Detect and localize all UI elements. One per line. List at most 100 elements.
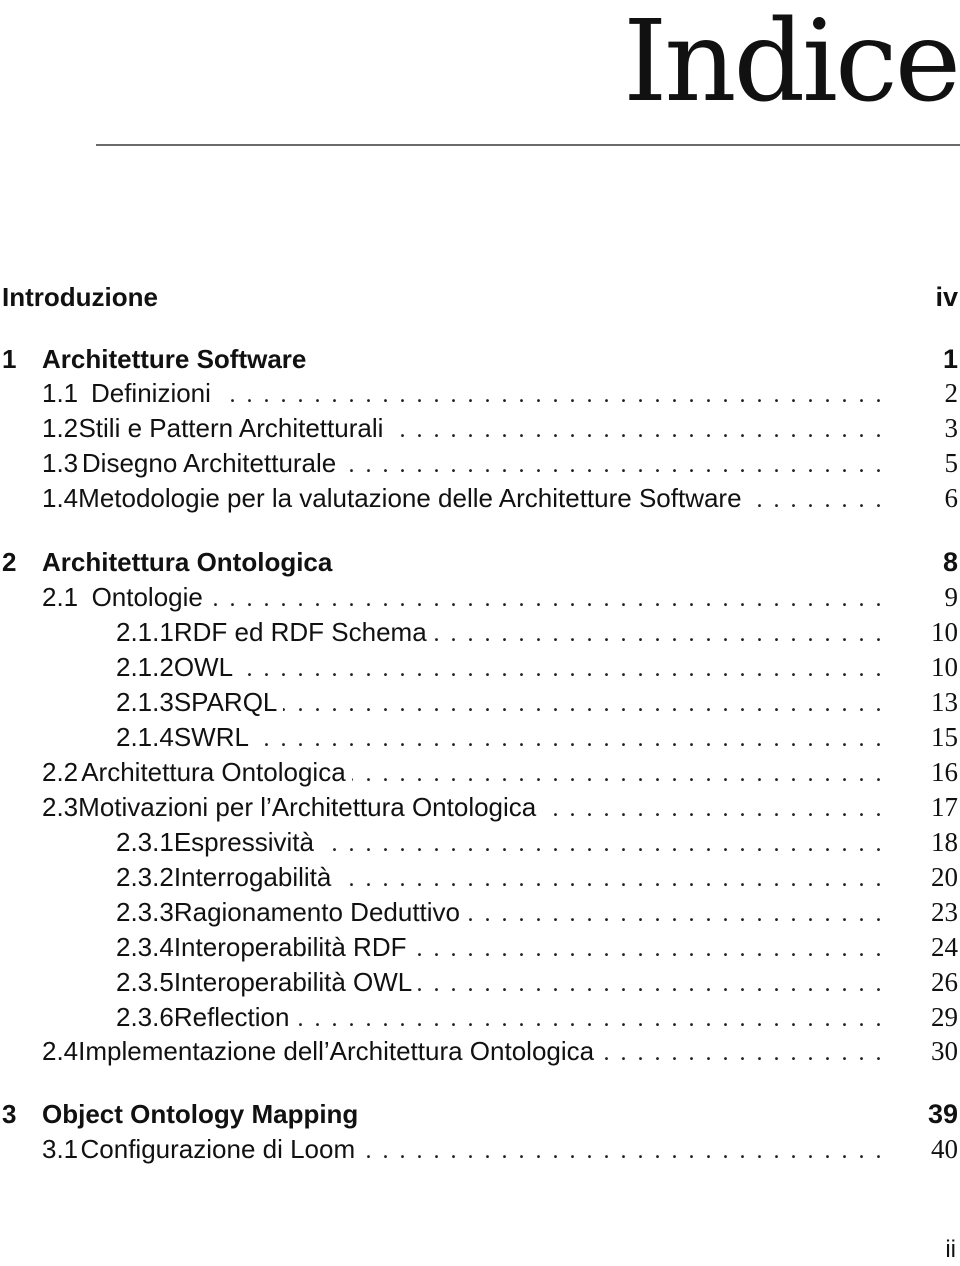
toc-entry[interactable]: 1.4 Metodologie per la valutazione delle … bbox=[0, 481, 960, 515]
toc-entry-title: Espressività bbox=[173, 827, 314, 857]
toc-entry[interactable]: 2.1.4 SWRL. . . . . . . . . . . . . . . .… bbox=[0, 720, 960, 754]
toc-entry-number: 1.3 bbox=[42, 448, 79, 478]
toc-entry-number: 1 bbox=[2, 344, 17, 374]
toc-entry-number: 2.1.3 bbox=[116, 687, 174, 717]
toc-entry[interactable]: 2 Architettura Ontologica 8 bbox=[0, 545, 960, 579]
toc-entry[interactable]: 2.4 Implementazione dell’Architettura Ont… bbox=[0, 1034, 960, 1068]
toc-entry-number: 2.3.3 bbox=[116, 897, 174, 927]
toc-entry-number: 2.3 bbox=[42, 792, 79, 822]
toc-entry-title: Introduzione bbox=[2, 282, 158, 312]
toc-entry-number: 2.3.5 bbox=[116, 967, 174, 997]
toc-entry-title: Ragionamento Deduttivo bbox=[173, 897, 461, 927]
toc-entry[interactable]: 2.1 Ontologie. . . . . . . . . . . . . . … bbox=[0, 580, 960, 614]
toc-entry-number: 2.3.2 bbox=[116, 862, 174, 892]
toc-entry-page: 24 bbox=[931, 932, 958, 962]
toc-entry-number: 1.4 bbox=[42, 483, 79, 513]
toc-entry[interactable]: 2.3.6 Reflection. . . . . . . . . . . . .… bbox=[0, 1000, 960, 1034]
toc-entry-title: Stili e Pattern Architetturali bbox=[78, 413, 384, 443]
toc-entry[interactable]: 2.3 Motivazioni per l’Architettura Ontolo… bbox=[0, 790, 960, 824]
title-rule bbox=[96, 144, 960, 146]
toc-entry-title: Architettura Ontologica bbox=[81, 757, 346, 787]
page-number: ii bbox=[945, 1236, 956, 1263]
toc-entry-number: 2.1.2 bbox=[116, 652, 174, 682]
dot-leader: . . . . . . . . . . . . . . . . . . . . … bbox=[389, 417, 892, 443]
toc-entry-page: 13 bbox=[931, 687, 958, 717]
toc-entry[interactable]: 1 Architetture Software 1 bbox=[0, 342, 960, 376]
dot-leader: . . . . . . . . . . . . . . . . . . . . … bbox=[255, 726, 892, 752]
toc-entry-title: Disegno Architetturale bbox=[81, 448, 337, 478]
toc-entry-number: 1.2 bbox=[42, 413, 79, 443]
toc-entry-page: 2 bbox=[944, 378, 959, 408]
dot-leader: . . . . . . . . . . . . . . . . . . . . … bbox=[295, 1006, 892, 1032]
toc-entry-title: Object Ontology Mapping bbox=[42, 1099, 359, 1129]
dot-leader: . . . . . . . . . . . . . . . . . . . . … bbox=[209, 586, 892, 612]
toc-entry-title: OWL bbox=[173, 652, 234, 682]
toc-entry[interactable]: 2.3.1 Espressività. . . . . . . . . . . .… bbox=[0, 825, 960, 859]
toc-entry-page: 26 bbox=[931, 967, 958, 997]
toc-entry-title: Implementazione dell’Architettura Ontolo… bbox=[78, 1036, 595, 1066]
dot-leader: . . . . . . . . . . . . . . . . . . . . … bbox=[418, 971, 892, 997]
dot-leader: . . . . . . . . . . . . . . . . . . . . … bbox=[283, 691, 892, 717]
toc-entry-page: 40 bbox=[931, 1134, 958, 1164]
dot-leader: . . . . . . . . . . . . . . . . . . . . … bbox=[600, 1040, 892, 1066]
toc-entry-title: Interoperabilità OWL bbox=[173, 967, 413, 997]
dot-leader: . . . . . . . . . . . . . . . . . . . . … bbox=[337, 866, 892, 892]
toc-entry[interactable]: 3 Object Ontology Mapping 39 bbox=[0, 1097, 960, 1131]
toc-entry-title: Interoperabilità RDF bbox=[173, 932, 407, 962]
dot-leader: . . . . . . . . . . . . . . . . . . . . … bbox=[217, 382, 892, 408]
toc-entry-number: 3 bbox=[2, 1099, 17, 1129]
toc-entry-number: 2.1.4 bbox=[116, 722, 174, 752]
toc-entry[interactable]: 1.1 Definizioni. . . . . . . . . . . . . … bbox=[0, 376, 960, 410]
toc-entry-page: 6 bbox=[944, 483, 959, 513]
dot-leader: . . . . . . . . . . . . . . . . . . . . … bbox=[748, 487, 892, 513]
dot-leader: . . . . . . . . . . . . . . . . . . . . … bbox=[542, 796, 892, 822]
toc-entry-number: 1.1 bbox=[42, 378, 79, 408]
toc-entry-page: 23 bbox=[931, 897, 958, 927]
toc-entry-page: 9 bbox=[944, 582, 959, 612]
toc-entry-title: RDF ed RDF Schema bbox=[173, 617, 427, 647]
toc-entry-title: Metodologie per la valutazione delle Arc… bbox=[78, 483, 742, 513]
toc-entry-title: SWRL bbox=[173, 722, 249, 752]
toc-entry[interactable]: 2.1.1 RDF ed RDF Schema. . . . . . . . . … bbox=[0, 615, 960, 649]
toc-entry-page: 16 bbox=[931, 757, 958, 787]
toc-entry-page: 20 bbox=[931, 862, 958, 892]
toc-entry-page: 30 bbox=[931, 1036, 958, 1066]
toc-entry-page: 29 bbox=[931, 1002, 958, 1032]
toc-entry-page: iv bbox=[935, 282, 958, 312]
toc-entry[interactable]: 2.1.2 OWL. . . . . . . . . . . . . . . . … bbox=[0, 650, 960, 684]
toc-entry-title: Interrogabilità bbox=[173, 862, 332, 892]
toc-entry-title: Configurazione di Loom bbox=[80, 1134, 356, 1164]
toc-entry[interactable]: Introduzione iv bbox=[0, 280, 960, 314]
toc-entry[interactable]: 2.1.3 SPARQL. . . . . . . . . . . . . . .… bbox=[0, 685, 960, 719]
toc-entry[interactable]: 3.1 Configurazione di Loom. . . . . . . .… bbox=[0, 1132, 960, 1166]
toc-entry-title: Architettura Ontologica bbox=[42, 547, 333, 577]
toc-entry-page: 10 bbox=[931, 617, 958, 647]
toc-entry[interactable]: 2.2 Architettura Ontologica. . . . . . . … bbox=[0, 755, 960, 789]
dot-leader: . . . . . . . . . . . . . . . . . . . . … bbox=[361, 1138, 892, 1164]
dot-leader: . . . . . . . . . . . . . . . . . . . . … bbox=[342, 452, 892, 478]
toc-entry-number: 2.2 bbox=[42, 757, 79, 787]
toc-entry-title: Architetture Software bbox=[42, 344, 307, 374]
toc-entry-page: 15 bbox=[931, 722, 958, 752]
toc-entry[interactable]: 1.3 Disegno Architetturale. . . . . . . .… bbox=[0, 446, 960, 480]
toc-entry-page: 17 bbox=[931, 792, 958, 822]
toc-entry-page: 39 bbox=[927, 1099, 958, 1129]
toc-entry[interactable]: 1.2 Stili e Pattern Architetturali. . . .… bbox=[0, 411, 960, 445]
toc-entry-page: 3 bbox=[944, 413, 959, 443]
toc-entry[interactable]: 2.3.2 Interrogabilità. . . . . . . . . . … bbox=[0, 860, 960, 894]
dot-leader: . . . . . . . . . . . . . . . . . . . . … bbox=[412, 936, 892, 962]
page-title: Indice bbox=[623, 0, 960, 127]
toc-entry-title: SPARQL bbox=[173, 687, 278, 717]
toc-entry-number: 2.1.1 bbox=[116, 617, 174, 647]
toc-entry-number: 2.4 bbox=[42, 1036, 79, 1066]
toc-entry-number: 2.3.4 bbox=[116, 932, 174, 962]
toc-entry-title: Motivazioni per l’Architettura Ontologic… bbox=[78, 792, 537, 822]
toc-entry-number: 2 bbox=[2, 547, 17, 577]
toc-entry[interactable]: 2.3.3 Ragionamento Deduttivo. . . . . . .… bbox=[0, 895, 960, 929]
toc-entry[interactable]: 2.3.5 Interoperabilità OWL. . . . . . . .… bbox=[0, 965, 960, 999]
dot-leader: . . . . . . . . . . . . . . . . . . . . … bbox=[466, 901, 892, 927]
toc-entry[interactable]: 2.3.4 Interoperabilità RDF. . . . . . . .… bbox=[0, 930, 960, 964]
toc-entry-number: 3.1 bbox=[42, 1134, 79, 1164]
toc-entry-page: 8 bbox=[942, 547, 958, 577]
toc-entry-title: Reflection bbox=[173, 1002, 290, 1032]
